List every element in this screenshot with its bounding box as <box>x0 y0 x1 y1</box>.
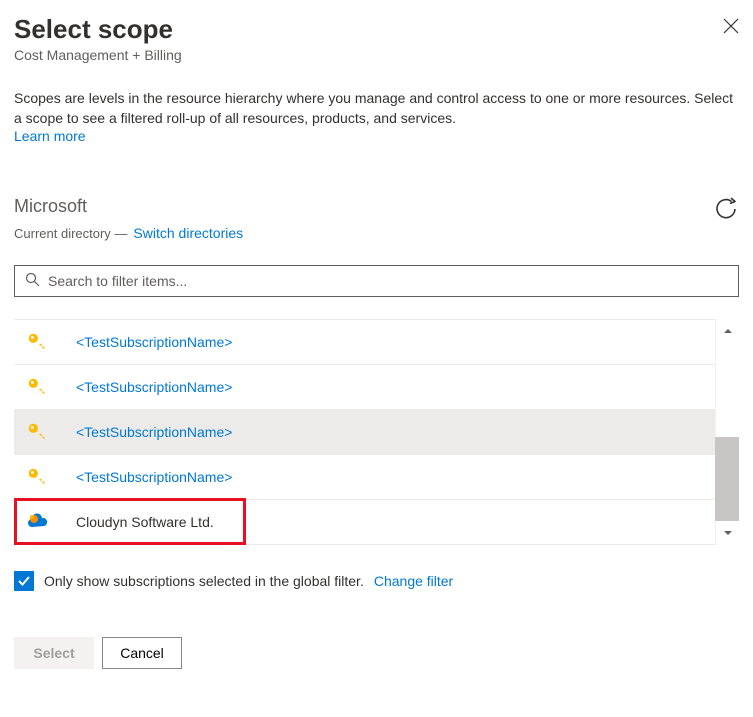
breadcrumb: Cost Management + Billing <box>14 47 182 63</box>
filter-label: Only show subscriptions selected in the … <box>44 573 364 589</box>
scope-item-label: <TestSubscriptionName> <box>76 469 232 485</box>
scope-item[interactable]: <TestSubscriptionName> <box>14 454 715 499</box>
search-input[interactable] <box>48 273 728 289</box>
scope-item-label: <TestSubscriptionName> <box>76 424 232 440</box>
search-input-container[interactable] <box>14 265 739 297</box>
change-filter-link[interactable]: Change filter <box>374 573 453 589</box>
cancel-button[interactable]: Cancel <box>102 637 182 669</box>
scroll-thumb[interactable] <box>715 437 739 521</box>
scroll-down-icon[interactable] <box>716 521 739 545</box>
scope-item-label: <TestSubscriptionName> <box>76 379 232 395</box>
scroll-up-icon[interactable] <box>716 319 739 343</box>
key-icon <box>26 466 76 488</box>
scope-item[interactable]: Cloudyn Software Ltd. <box>14 499 715 544</box>
search-icon <box>25 272 40 290</box>
description-text: Scopes are levels in the resource hierar… <box>14 89 739 128</box>
key-icon <box>26 376 76 398</box>
filter-checkbox[interactable] <box>14 571 34 591</box>
scope-item[interactable]: <TestSubscriptionName> <box>14 364 715 409</box>
learn-more-link[interactable]: Learn more <box>14 128 86 144</box>
page-title: Select scope <box>14 14 182 45</box>
scope-item[interactable]: <TestSubscriptionName> <box>14 409 715 454</box>
switch-directories-link[interactable]: Switch directories <box>133 225 243 241</box>
scope-item-label: <TestSubscriptionName> <box>76 334 232 350</box>
key-icon <box>26 331 76 353</box>
current-directory-label: Current directory — <box>14 226 127 241</box>
scope-item-label: Cloudyn Software Ltd. <box>76 514 214 530</box>
key-icon <box>26 421 76 443</box>
close-icon[interactable] <box>723 18 739 37</box>
scope-list: <TestSubscriptionName> <TestSubscription… <box>14 319 715 545</box>
refresh-icon[interactable] <box>713 196 739 225</box>
cloud-icon <box>26 511 76 533</box>
scrollbar[interactable] <box>715 319 739 545</box>
select-button: Select <box>14 637 94 669</box>
scope-item[interactable]: <TestSubscriptionName> <box>14 319 715 364</box>
directory-name: Microsoft <box>14 196 243 217</box>
